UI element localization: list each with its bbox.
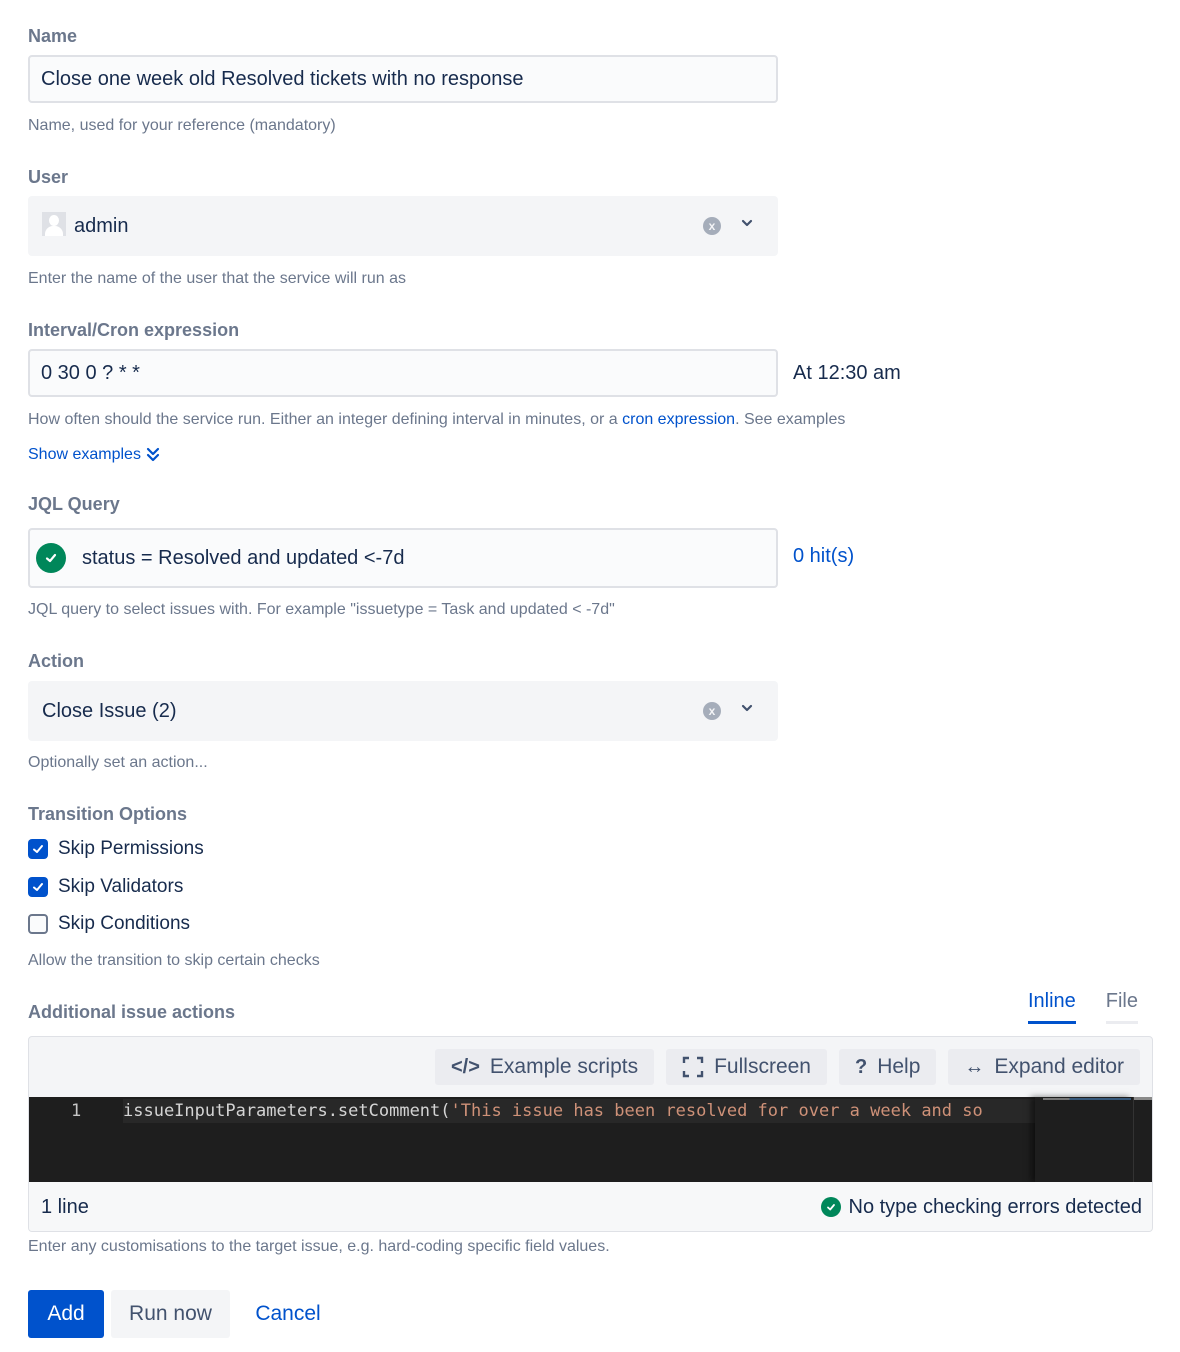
show-examples-label: Show examples [28,446,141,463]
code-line[interactable]: issueInputParameters.setComment('This is… [123,1099,1035,1123]
jql-input[interactable]: status = Resolved and updated <-7d [28,528,778,588]
show-examples-link[interactable]: Show examples [28,446,160,464]
code-minimap[interactable] [1035,1097,1133,1182]
code-icon: </> [450,1055,480,1078]
name-label: Name [28,26,78,46]
success-check-icon [820,1197,841,1217]
help-button[interactable]: ? Help [838,1049,937,1085]
expand-editor-label: Expand editor [994,1055,1124,1078]
user-label: User [28,167,69,187]
interval-help: How often should the service run. Either… [28,411,845,429]
editor-scrollbar[interactable] [1133,1097,1152,1182]
action-select[interactable]: Close Issue (2) x [28,681,778,741]
fullscreen-button[interactable]: Fullscreen [666,1049,827,1085]
chevron-down-icon[interactable] [740,216,754,230]
user-select[interactable]: admin x [28,196,778,256]
skip-conditions-option[interactable]: Skip Conditions [28,913,190,935]
jql-hits-link[interactable]: 0 hit(s) [793,545,854,568]
checkmark-icon [33,883,43,891]
interval-help-prefix: How often should the service run. Either… [28,411,623,428]
cron-expression-link[interactable]: cron expression [622,411,735,428]
transition-options-label: Transition Options [28,804,188,824]
run-now-button[interactable]: Run now [111,1290,230,1338]
clear-action-icon[interactable]: x [703,702,721,720]
skip-permissions-label: Skip Permissions [58,838,204,859]
interval-input-value: 0 30 0 ? * * [41,361,140,384]
skip-permissions-option[interactable]: Skip Permissions [28,838,204,860]
interval-help-suffix: . See examples [735,411,846,428]
skip-validators-label: Skip Validators [58,876,184,897]
jql-input-value: status = Resolved and updated <-7d [82,546,405,569]
script-editor: </> Example scripts Fullscreen ? Help ↔ … [28,1036,1153,1232]
code-plain: issueInputParameters.setComment( [123,1101,451,1121]
example-scripts-button[interactable]: </> Example scripts [434,1049,655,1085]
example-scripts-label: Example scripts [489,1055,639,1078]
help-icon: ? [854,1055,868,1078]
name-input-value: Close one week old Resolved tickets with… [41,67,524,90]
user-select-value: admin [74,214,129,237]
transition-options-help: Allow the transition to skip certain che… [28,952,320,969]
tab-inline[interactable]: Inline [1027,990,1076,1024]
additional-actions-help: Enter any customisations to the target i… [28,1238,610,1255]
interval-input[interactable]: 0 30 0 ? * * [28,349,778,397]
line-number: 1 [71,1101,82,1121]
skip-conditions-checkbox[interactable] [28,914,48,934]
expand-editor-button[interactable]: ↔ Expand editor [948,1049,1140,1085]
type-check-status: No type checking errors detected [820,1195,1143,1219]
skip-permissions-checkbox[interactable] [28,839,48,859]
editor-toolbar: </> Example scripts Fullscreen ? Help ↔ … [434,1049,1140,1085]
additional-actions-label: Additional issue actions [28,1002,236,1022]
double-chevron-down-icon [146,447,160,462]
checkmark-icon [33,845,43,853]
clear-user-icon[interactable]: x [703,217,721,235]
name-input[interactable]: Close one week old Resolved tickets with… [28,55,778,103]
jql-valid-icon [36,543,66,573]
tab-file[interactable]: File [1105,990,1138,1024]
skip-validators-option[interactable]: Skip Validators [28,876,183,898]
action-select-value: Close Issue (2) [42,699,177,722]
line-count: 1 line [41,1195,89,1218]
code-area[interactable]: 1 issueInputParameters.setComment('This … [29,1097,1152,1182]
cron-description: At 12:30 am [793,362,901,384]
action-label: Action [28,651,84,671]
type-check-label: No type checking errors detected [848,1195,1143,1218]
expand-arrows-icon: ↔ [964,1055,985,1078]
action-help: Optionally set an action... [28,754,208,771]
skip-validators-checkbox[interactable] [28,877,48,897]
cancel-button[interactable]: Cancel [240,1290,336,1338]
add-button[interactable]: Add [28,1290,104,1338]
jql-label: JQL Query [28,494,120,514]
editor-status-bar: 1 line No type checking errors detected [29,1182,1152,1231]
editor-mode-tabs: Inline File [1027,990,1138,1024]
user-avatar-icon [42,212,66,236]
fullscreen-label: Fullscreen [714,1055,811,1078]
skip-conditions-label: Skip Conditions [58,913,191,934]
name-help: Name, used for your reference (mandatory… [28,117,336,134]
jql-help: JQL query to select issues with. For exa… [28,601,615,618]
fullscreen-icon [682,1056,704,1078]
user-help: Enter the name of the user that the serv… [28,270,406,287]
interval-label: Interval/Cron expression [28,320,240,340]
help-label: Help [877,1055,921,1078]
chevron-down-icon[interactable] [740,701,754,715]
code-string: 'This issue has been resolved for over a… [450,1101,983,1121]
